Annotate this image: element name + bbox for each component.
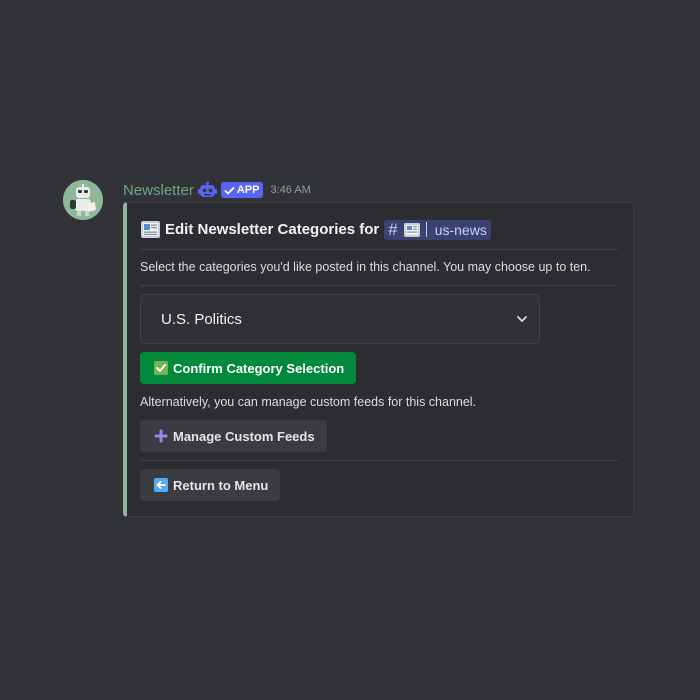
check-box-icon <box>154 361 168 375</box>
embed-description: Select the categories you'd like posted … <box>140 260 591 274</box>
left-arrow-icon <box>154 478 168 492</box>
app-badge: APP <box>220 182 264 198</box>
bot-avatar[interactable] <box>63 180 103 220</box>
return-to-menu-button[interactable]: Return to Menu <box>140 469 281 501</box>
robot-avatar-icon <box>63 180 103 220</box>
hash-icon: # <box>388 219 398 239</box>
alternative-text: Alternatively, you can manage custom fee… <box>140 395 477 409</box>
channel-mention[interactable]: # us-news <box>384 219 491 240</box>
app-badge-label: APP <box>236 184 260 196</box>
embed-title-text: Edit Newsletter Categories for <box>165 221 380 238</box>
manage-button-label: Manage Custom Feeds <box>173 428 315 444</box>
divider <box>140 285 618 286</box>
author-name[interactable]: Newsletter <box>123 182 194 199</box>
robot-icon <box>197 181 217 199</box>
check-icon <box>224 186 235 195</box>
return-button-label: Return to Menu <box>173 477 269 493</box>
channel-name: us-news <box>434 221 487 238</box>
divider <box>140 460 618 461</box>
select-value: U.S. Politics <box>161 310 242 328</box>
confirm-category-button[interactable]: Confirm Category Selection <box>140 352 357 384</box>
chevron-down-icon <box>515 312 529 326</box>
timestamp[interactable]: 3:46 AM <box>270 184 310 196</box>
newspaper-icon <box>403 222 420 237</box>
category-select[interactable]: U.S. Politics <box>140 294 540 344</box>
embed-title: Edit Newsletter Categories for # us-news <box>140 219 491 240</box>
message-header: Newsletter APP 3:46 AM <box>123 180 311 200</box>
newspaper-icon <box>140 219 161 240</box>
manage-custom-feeds-button[interactable]: Manage Custom Feeds <box>140 420 327 452</box>
embed-card: Edit Newsletter Categories for # us-news <box>123 202 634 517</box>
confirm-button-label: Confirm Category Selection <box>173 360 345 376</box>
plus-icon <box>154 429 168 443</box>
divider <box>140 249 618 250</box>
separator <box>425 222 427 237</box>
